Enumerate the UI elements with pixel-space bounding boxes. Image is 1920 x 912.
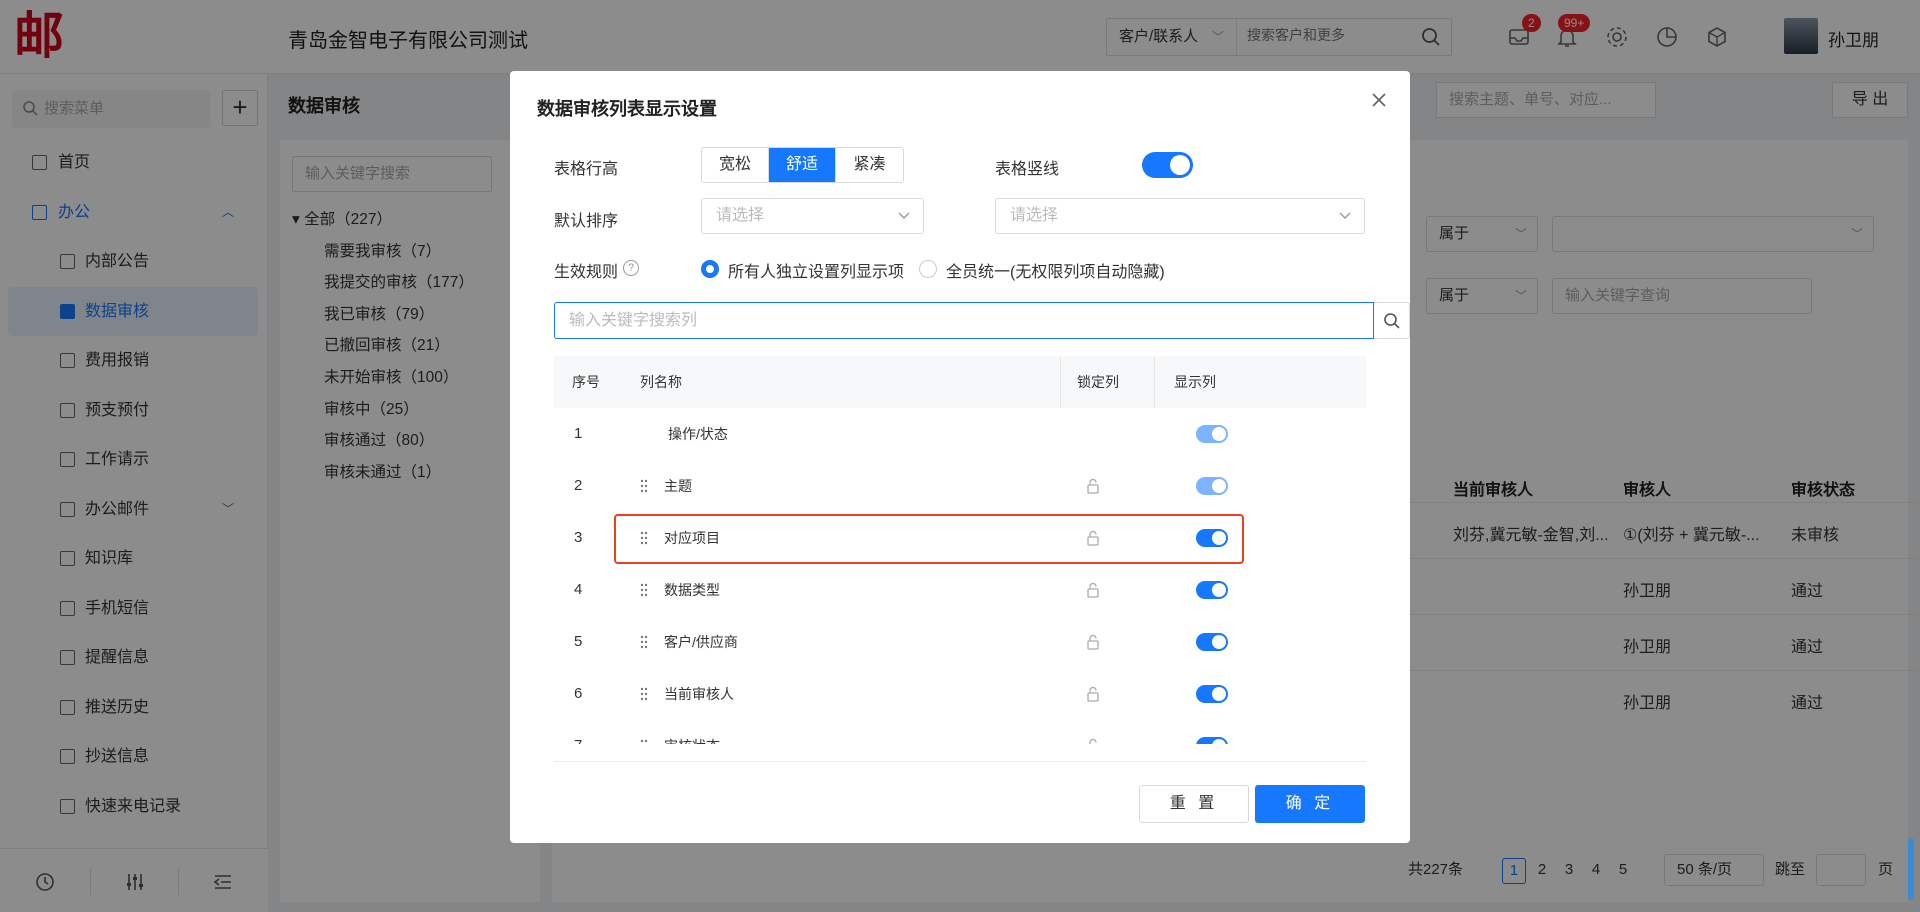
row-height-option-compact[interactable]: 紧凑 — [836, 148, 903, 182]
header-lock: 锁定列 — [1077, 374, 1119, 390]
table-row: 4 数据类型 — [554, 564, 1366, 616]
row-number: 2 — [574, 477, 583, 494]
show-column-toggle[interactable] — [1196, 477, 1228, 495]
highlight-box — [614, 514, 1244, 564]
search-icon — [1384, 313, 1400, 329]
drag-handle-icon[interactable] — [640, 739, 648, 744]
rule-label: 生效规则 — [554, 264, 619, 281]
column-name: 数据类型 — [664, 582, 720, 598]
column-settings-dialog: 数据审核列表显示设置 表格行高 宽松 舒适 紧凑 表格竖线 默认排序 请选择 请… — [510, 71, 1410, 843]
close-icon[interactable] — [1368, 89, 1390, 111]
column-name: 客户/供应商 — [664, 634, 738, 650]
unlock-icon[interactable] — [1086, 686, 1100, 702]
show-column-toggle[interactable] — [1196, 737, 1228, 744]
divider — [1060, 356, 1061, 408]
drag-handle-icon[interactable] — [640, 479, 648, 493]
row-height-segmented: 宽松 舒适 紧凑 — [701, 147, 904, 183]
column-search-input[interactable]: 输入关键字搜索列 — [554, 302, 1374, 339]
help-icon[interactable]: ? — [623, 260, 639, 276]
unlock-icon[interactable] — [1086, 582, 1100, 598]
column-name: 审核状态 — [664, 720, 720, 744]
column-name: 操作/状态 — [668, 426, 728, 442]
scrollbar[interactable] — [1908, 838, 1914, 900]
vertical-lines-label: 表格竖线 — [995, 161, 1060, 178]
row-height-option-loose[interactable]: 宽松 — [702, 148, 769, 182]
drag-handle-icon[interactable] — [640, 583, 648, 597]
chevron-down-icon — [1339, 212, 1351, 219]
row-number: 5 — [574, 633, 583, 650]
select-placeholder: 请选择 — [716, 207, 765, 224]
table-row: 1 操作/状态 — [554, 408, 1366, 460]
table-row: 5 客户/供应商 — [554, 616, 1366, 668]
row-number: 7 — [574, 720, 582, 744]
divider — [554, 761, 1366, 762]
rule-option-individual[interactable]: 所有人独立设置列显示项 — [728, 258, 904, 282]
chevron-down-icon — [898, 212, 910, 219]
row-height-label: 表格行高 — [554, 161, 619, 178]
row-number: 6 — [574, 685, 583, 702]
header-name: 列名称 — [640, 374, 682, 390]
dialog-title: 数据审核列表显示设置 — [537, 99, 717, 119]
column-search-button[interactable] — [1374, 302, 1410, 339]
column-table-body: 1 操作/状态 2 主题 3 对应项目 4 数据类型 5 客户/供应商 6 当前… — [554, 408, 1366, 744]
sort-field-select[interactable]: 请选择 — [701, 198, 924, 234]
reset-button[interactable]: 重 置 — [1139, 785, 1249, 823]
column-name: 主题 — [664, 478, 692, 494]
table-row: 7 审核状态 — [554, 720, 1366, 744]
show-column-toggle — [1196, 425, 1228, 443]
confirm-button[interactable]: 确 定 — [1255, 785, 1365, 823]
unlock-icon[interactable] — [1086, 478, 1100, 494]
divider — [1154, 356, 1155, 408]
table-row: 2 主题 — [554, 460, 1366, 512]
row-number: 3 — [574, 529, 583, 546]
row-height-option-comfortable[interactable]: 舒适 — [769, 148, 836, 182]
drag-handle-icon[interactable] — [640, 635, 648, 649]
unlock-icon[interactable] — [1086, 738, 1100, 744]
column-table-header: 序号 列名称 锁定列 显示列 — [554, 356, 1366, 408]
row-number: 1 — [574, 425, 583, 442]
column-name: 当前审核人 — [664, 686, 734, 702]
table-row: 6 当前审核人 — [554, 668, 1366, 720]
rule-radio-unified[interactable] — [919, 260, 937, 278]
rule-option-unified[interactable]: 全员统一(无权限列项自动隐藏) — [946, 258, 1165, 282]
show-column-toggle[interactable] — [1196, 633, 1228, 651]
header-no: 序号 — [572, 374, 600, 390]
show-column-toggle[interactable] — [1196, 685, 1228, 703]
sort-order-select[interactable]: 请选择 — [995, 198, 1365, 234]
default-sort-label: 默认排序 — [554, 213, 619, 230]
vertical-lines-toggle[interactable] — [1142, 152, 1193, 178]
select-placeholder: 请选择 — [1010, 207, 1059, 224]
header-show: 显示列 — [1174, 374, 1216, 390]
show-column-toggle[interactable] — [1196, 581, 1228, 599]
unlock-icon[interactable] — [1086, 634, 1100, 650]
row-number: 4 — [574, 581, 583, 598]
drag-handle-icon[interactable] — [640, 687, 648, 701]
rule-radio-individual[interactable] — [701, 260, 719, 278]
